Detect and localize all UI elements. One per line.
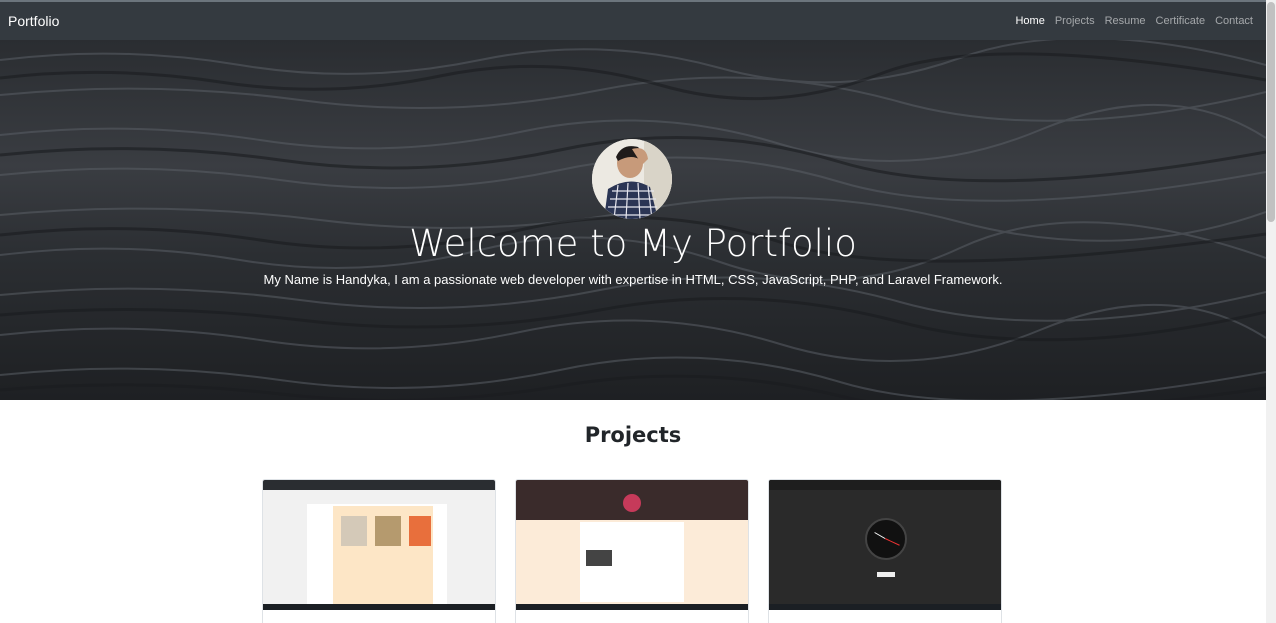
project-thumbnail (769, 480, 1001, 610)
project-thumbnail (516, 480, 748, 610)
scrollbar-thumb[interactable] (1267, 2, 1275, 222)
project-thumbnail (263, 480, 495, 610)
project-card[interactable] (515, 479, 749, 623)
nav-link-contact[interactable]: Contact (1210, 15, 1258, 27)
projects-heading: Projects (584, 423, 682, 447)
nav-link-home[interactable]: Home (1010, 15, 1049, 27)
nav-links: Home Projects Resume Certificate Contact (1010, 15, 1258, 27)
hero-title: Welcome to My Portfolio (409, 222, 857, 265)
hero-subtitle: My Name is Handyka, I am a passionate we… (263, 272, 1003, 287)
project-card[interactable] (262, 479, 496, 623)
profile-avatar (592, 139, 672, 219)
navbar: Portfolio Home Projects Resume Certifica… (0, 0, 1266, 40)
nav-link-projects[interactable]: Projects (1050, 15, 1100, 27)
nav-link-certificate[interactable]: Certificate (1151, 15, 1211, 27)
navbar-brand[interactable]: Portfolio (8, 13, 59, 29)
water-background-image (0, 40, 1266, 400)
project-card[interactable] (768, 479, 1002, 623)
nav-link-resume[interactable]: Resume (1100, 15, 1151, 27)
hero-section: Welcome to My Portfolio My Name is Handy… (0, 40, 1266, 400)
page-scrollbar[interactable] (1266, 0, 1276, 623)
